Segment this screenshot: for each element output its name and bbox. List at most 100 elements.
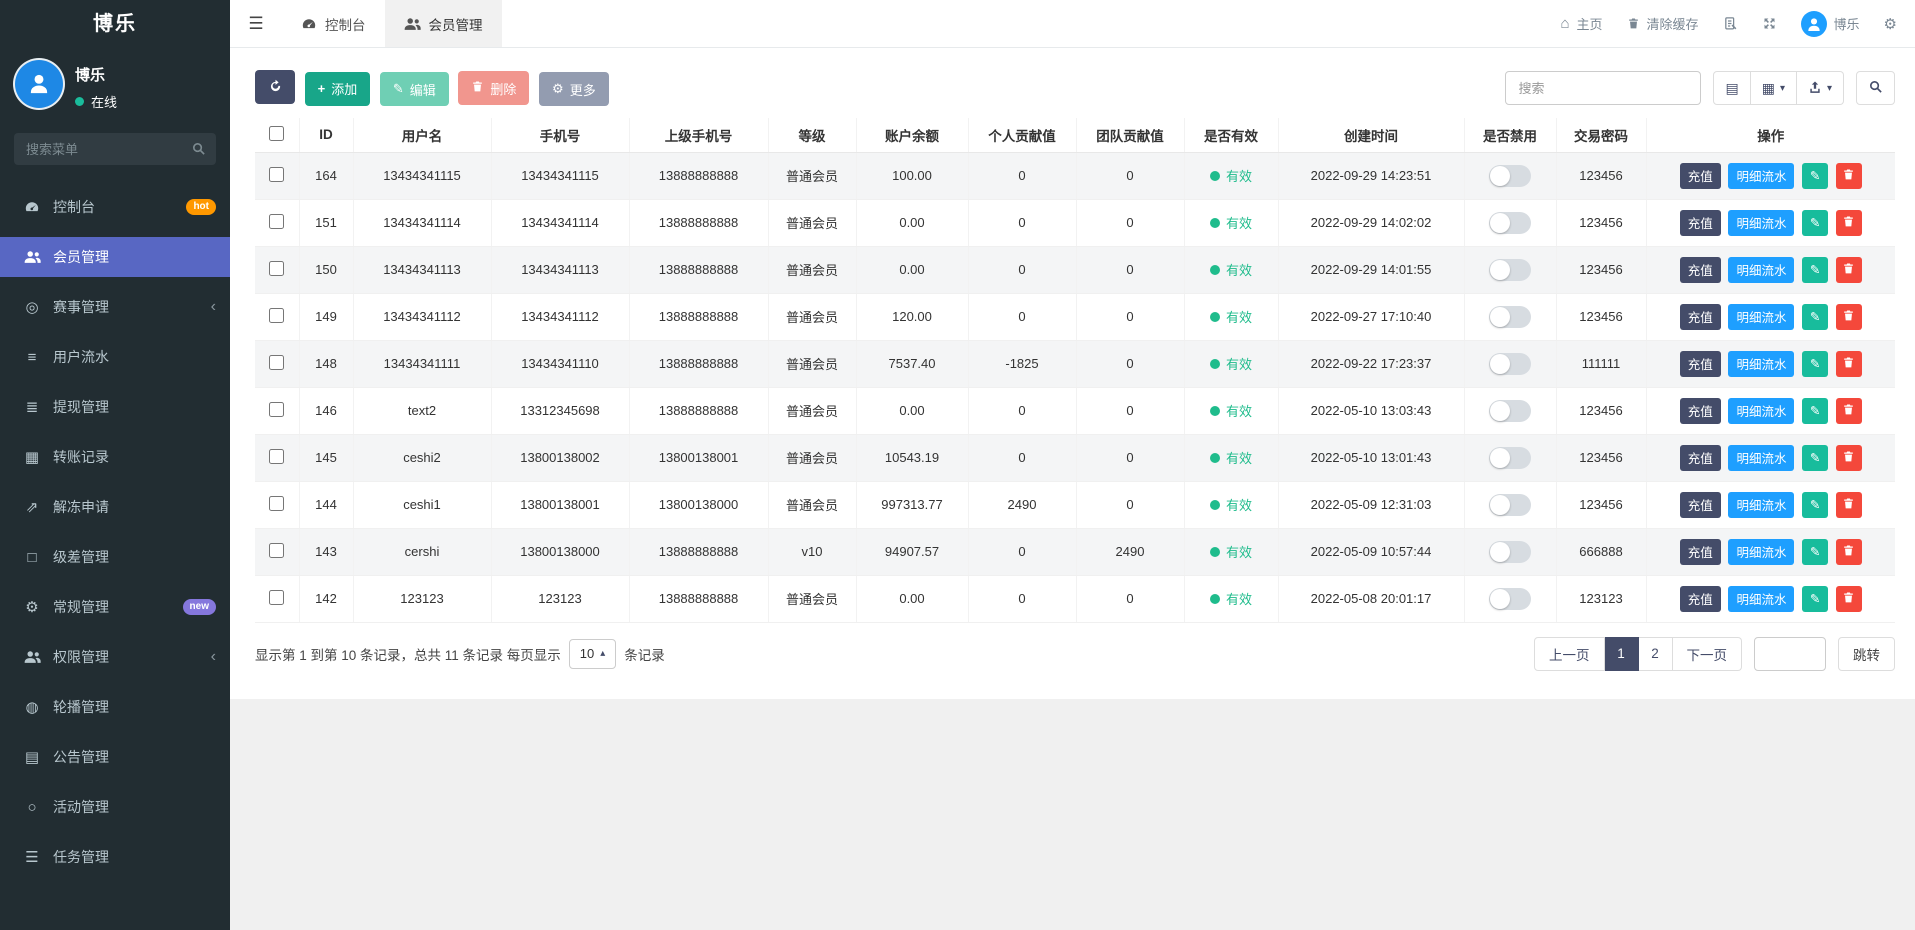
recharge-button[interactable]: 充值 (1680, 492, 1721, 518)
sidebar-item-unfreeze[interactable]: ⇗ 解冻申请 (0, 487, 230, 527)
recharge-button[interactable]: 充值 (1680, 163, 1721, 189)
edit-button[interactable]: ✎编辑 (380, 72, 449, 106)
detail-flow-button[interactable]: 明细流水 (1728, 257, 1794, 283)
row-checkbox[interactable] (269, 449, 284, 464)
recharge-button[interactable]: 充值 (1680, 257, 1721, 283)
more-button[interactable]: ⚙更多 (539, 72, 609, 106)
row-checkbox[interactable] (269, 496, 284, 511)
delete-row-button[interactable] (1836, 351, 1862, 377)
row-checkbox[interactable] (269, 543, 284, 558)
recharge-button[interactable]: 充值 (1680, 210, 1721, 236)
table-search-input[interactable] (1505, 71, 1701, 105)
detail-flow-button[interactable]: 明细流水 (1728, 210, 1794, 236)
add-button[interactable]: +添加 (305, 72, 371, 106)
delete-row-button[interactable] (1836, 398, 1862, 424)
recharge-button[interactable]: 充值 (1680, 398, 1721, 424)
disable-toggle[interactable] (1489, 400, 1531, 422)
export-button[interactable]: ▾ (1797, 71, 1844, 105)
disable-toggle[interactable] (1489, 447, 1531, 469)
row-checkbox[interactable] (269, 308, 284, 323)
menu-search-input[interactable] (14, 133, 216, 165)
edit-row-button[interactable]: ✎ (1802, 492, 1828, 518)
edit-row-button[interactable]: ✎ (1802, 539, 1828, 565)
edit-row-button[interactable]: ✎ (1802, 210, 1828, 236)
page-button-1[interactable]: 1 (1605, 637, 1639, 671)
language-button[interactable] (1723, 16, 1738, 31)
sidebar-item-level-diff[interactable]: □ 级差管理 (0, 537, 230, 577)
row-checkbox[interactable] (269, 355, 284, 370)
tab-dashboard[interactable]: 控制台 (282, 0, 385, 47)
disable-toggle[interactable] (1489, 165, 1531, 187)
delete-row-button[interactable] (1836, 257, 1862, 283)
disable-toggle[interactable] (1489, 306, 1531, 328)
edit-row-button[interactable]: ✎ (1802, 257, 1828, 283)
sidebar-item-users[interactable]: 会员管理 (0, 237, 230, 277)
detail-flow-button[interactable]: 明细流水 (1728, 304, 1794, 330)
delete-button[interactable]: 删除 (458, 71, 529, 105)
delete-row-button[interactable] (1836, 492, 1862, 518)
recharge-button[interactable]: 充值 (1680, 351, 1721, 377)
sidebar-item-permission-users[interactable]: 权限管理 ‹ (0, 637, 230, 677)
sidebar-item-match[interactable]: ◎ 赛事管理 ‹ (0, 287, 230, 327)
edit-row-button[interactable]: ✎ (1802, 586, 1828, 612)
menu-toggle-button[interactable]: ☰ (230, 0, 282, 47)
delete-row-button[interactable] (1836, 210, 1862, 236)
sidebar-item-dashboard[interactable]: 控制台 hot (0, 187, 230, 227)
sidebar-item-carousel[interactable]: ◍ 轮播管理 (0, 687, 230, 727)
edit-row-button[interactable]: ✎ (1802, 304, 1828, 330)
disable-toggle[interactable] (1489, 353, 1531, 375)
page-jump-button[interactable]: 跳转 (1838, 637, 1895, 671)
edit-row-button[interactable]: ✎ (1802, 351, 1828, 377)
detail-flow-button[interactable]: 明细流水 (1728, 398, 1794, 424)
recharge-button[interactable]: 充值 (1680, 586, 1721, 612)
sidebar-item-user-flow[interactable]: ≡ 用户流水 (0, 337, 230, 377)
row-checkbox[interactable] (269, 261, 284, 276)
detail-flow-button[interactable]: 明细流水 (1728, 445, 1794, 471)
row-checkbox[interactable] (269, 167, 284, 182)
detail-flow-button[interactable]: 明细流水 (1728, 586, 1794, 612)
recharge-button[interactable]: 充值 (1680, 445, 1721, 471)
disable-toggle[interactable] (1489, 259, 1531, 281)
disable-toggle[interactable] (1489, 588, 1531, 610)
sidebar-item-withdraw[interactable]: ≣ 提现管理 (0, 387, 230, 427)
select-all-checkbox[interactable] (269, 126, 284, 141)
page-size-dropdown[interactable]: 10 ▴ (569, 639, 617, 669)
page-jump-input[interactable] (1754, 637, 1826, 671)
sidebar-item-announcement[interactable]: ▤ 公告管理 (0, 737, 230, 777)
disable-toggle[interactable] (1489, 212, 1531, 234)
fullscreen-button[interactable] (1762, 16, 1777, 31)
recharge-button[interactable]: 充值 (1680, 304, 1721, 330)
detail-flow-button[interactable]: 明细流水 (1728, 351, 1794, 377)
settings-button[interactable]: ⚙ (1884, 15, 1897, 33)
refresh-button[interactable] (255, 70, 295, 104)
delete-row-button[interactable] (1836, 445, 1862, 471)
page-button-2[interactable]: 2 (1639, 637, 1673, 671)
home-link[interactable]: ⌂ 主页 (1560, 14, 1602, 33)
row-checkbox[interactable] (269, 214, 284, 229)
columns-button[interactable]: ▦▾ (1751, 71, 1797, 105)
clear-cache-link[interactable]: 清除缓存 (1627, 14, 1699, 33)
delete-row-button[interactable] (1836, 539, 1862, 565)
sidebar-item-general-settings[interactable]: ⚙ 常规管理 new (0, 587, 230, 627)
sidebar-item-task[interactable]: ☰ 任务管理 (0, 837, 230, 877)
detail-flow-button[interactable]: 明细流水 (1728, 539, 1794, 565)
sidebar-item-activity[interactable]: ○ 活动管理 (0, 787, 230, 827)
detail-flow-button[interactable]: 明细流水 (1728, 492, 1794, 518)
navbar-user-menu[interactable]: 博乐 (1801, 11, 1860, 37)
delete-row-button[interactable] (1836, 163, 1862, 189)
edit-row-button[interactable]: ✎ (1802, 163, 1828, 189)
row-checkbox[interactable] (269, 590, 284, 605)
prev-page-button[interactable]: 上一页 (1534, 637, 1605, 671)
search-submit-button[interactable] (1856, 71, 1895, 105)
detail-flow-button[interactable]: 明细流水 (1728, 163, 1794, 189)
detail-view-button[interactable]: ▤ (1713, 71, 1750, 105)
delete-row-button[interactable] (1836, 586, 1862, 612)
user-avatar[interactable] (15, 60, 63, 108)
tab-member-management[interactable]: 会员管理 (385, 0, 502, 47)
row-checkbox[interactable] (269, 402, 284, 417)
disable-toggle[interactable] (1489, 494, 1531, 516)
recharge-button[interactable]: 充值 (1680, 539, 1721, 565)
delete-row-button[interactable] (1836, 304, 1862, 330)
next-page-button[interactable]: 下一页 (1673, 637, 1743, 671)
edit-row-button[interactable]: ✎ (1802, 398, 1828, 424)
